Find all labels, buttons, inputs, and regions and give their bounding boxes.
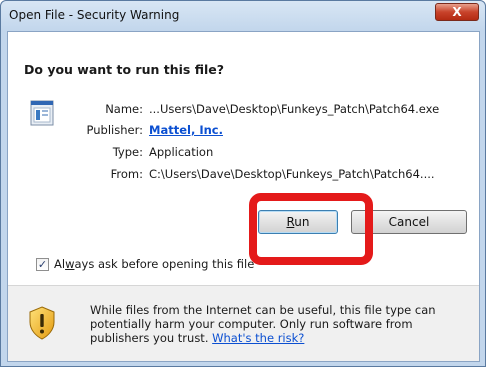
whats-the-risk-link[interactable]: What's the risk? <box>212 331 304 345</box>
type-label: Type: <box>112 145 143 159</box>
dialog-question: Do you want to run this file? <box>24 62 224 77</box>
security-warning-dialog: Open File - Security Warning X Do you wa… <box>0 0 486 367</box>
close-button[interactable]: X <box>435 3 479 21</box>
label-part-2: ays ask before opening this file <box>74 257 255 271</box>
window-title: Open File - Security Warning <box>9 8 180 22</box>
detail-row-type: Type: Application <box>8 145 481 161</box>
warning-panel: While files from the Internet can be use… <box>8 286 479 361</box>
label-part-1: Al <box>54 257 66 271</box>
type-value: Application <box>149 145 214 159</box>
dialog-body: Do you want to run this file? Name: ...U… <box>7 31 480 362</box>
name-label: Name: <box>105 102 143 116</box>
always-ask-label[interactable]: Always ask before opening this file <box>54 257 254 271</box>
from-label: From: <box>110 167 143 181</box>
detail-row-publisher: Publisher: Mattel, Inc. <box>8 123 481 139</box>
check-icon: ✓ <box>37 258 48 271</box>
name-value: ...Users\Dave\Desktop\Funkeys_Patch\Patc… <box>149 102 440 116</box>
always-ask-checkbox[interactable]: ✓ <box>36 258 49 271</box>
title-bar[interactable]: Open File - Security Warning X <box>1 1 485 31</box>
red-highlight-annotation <box>249 193 373 265</box>
close-icon: X <box>452 5 462 19</box>
publisher-link[interactable]: Mattel, Inc. <box>149 123 223 137</box>
detail-row-name: Name: ...Users\Dave\Desktop\Funkeys_Patc… <box>8 102 481 118</box>
shield-warning-icon <box>29 306 55 340</box>
detail-row-from: From: C:\Users\Dave\Desktop\Funkeys_Patc… <box>8 167 481 183</box>
warning-text: While files from the Internet can be use… <box>90 303 462 345</box>
from-value: C:\Users\Dave\Desktop\Funkeys_Patch\Patc… <box>149 167 435 181</box>
publisher-label: Publisher: <box>86 123 143 137</box>
